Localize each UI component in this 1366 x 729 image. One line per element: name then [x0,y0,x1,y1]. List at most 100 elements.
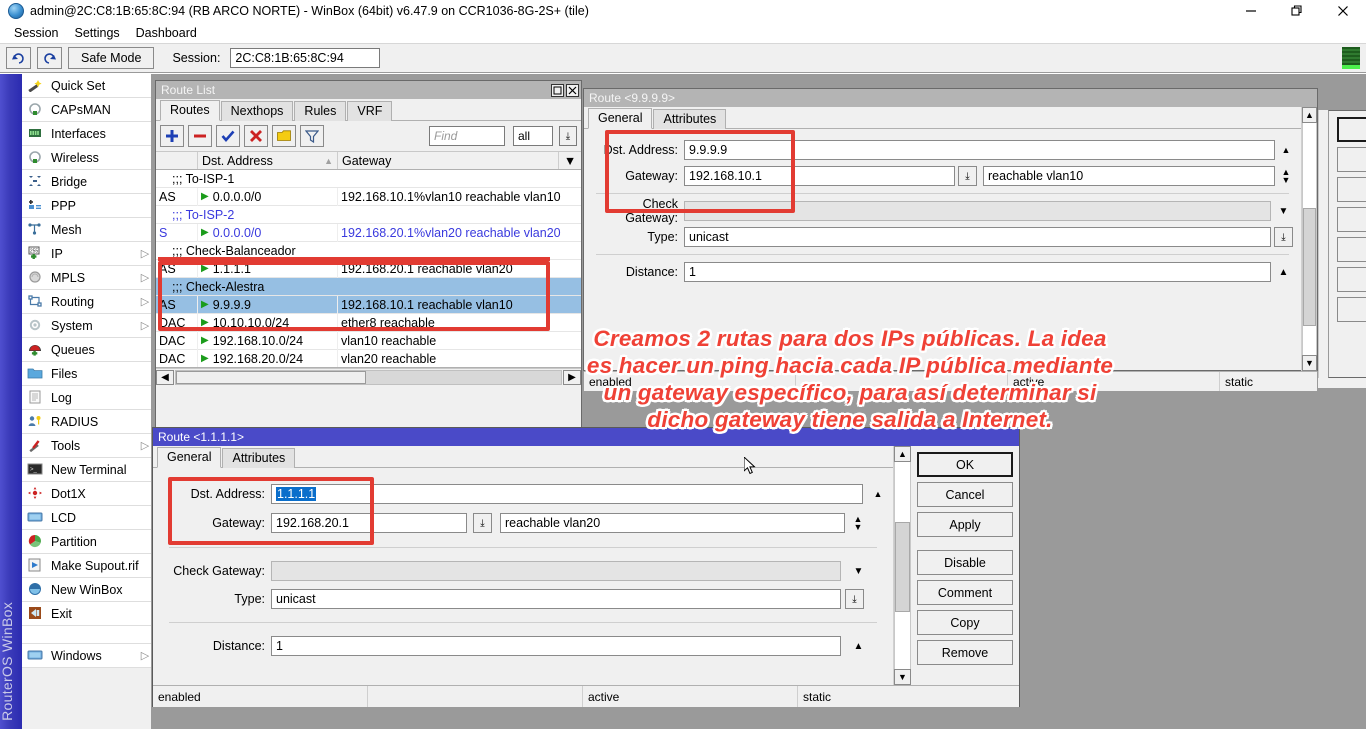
disable-icon[interactable] [244,125,268,147]
sidebar-item-partition[interactable]: Partition [22,530,151,554]
bg-cancel-button[interactable] [1337,147,1366,172]
sidebar-item-capsman[interactable]: CAPsMAN [22,98,151,122]
sidebar-item-log[interactable]: Log [22,386,151,410]
sidebar-item-windows[interactable]: Windows▷ [22,644,151,668]
hscroll-track[interactable] [175,370,562,385]
table-row[interactable]: DAC▶192.168.10.0/24vlan10 reachable [156,332,581,350]
distance-spinner-9999[interactable]: ▲ [1274,262,1293,282]
sidebar-item-bridge[interactable]: Bridge [22,170,151,194]
route-list-hscrollbar[interactable]: ◀ ▶ [156,368,581,385]
col-gateway[interactable]: Gateway [338,152,559,169]
minimize-icon[interactable] [1228,0,1274,22]
hscroll-thumb[interactable] [176,371,366,384]
sidebar-item-system[interactable]: System▷ [22,314,151,338]
gateway-spinner-1111[interactable]: ▲▼ [851,515,865,531]
scroll-up-icon-9999[interactable]: ▲ [1302,107,1317,123]
remove-button[interactable]: Remove [917,640,1013,665]
bg-disable-button[interactable] [1337,207,1366,232]
route-list-rows[interactable]: ;;; To-ISP-1AS▶0.0.0.0/0192.168.10.1%vla… [156,170,581,368]
sidebar-item-wireless[interactable]: Wireless [22,146,151,170]
type-dropdown-icon-9999[interactable]: ⤓ [1274,227,1293,247]
gateway-spinner-9999[interactable]: ▲▼ [1279,168,1293,184]
close-icon[interactable] [1320,0,1366,22]
bg-apply-button[interactable] [1337,177,1366,202]
dst-address-spinner-9999[interactable]: ▲ [1279,146,1293,154]
bg-comment-button[interactable] [1337,237,1366,262]
check-gateway-input-1111[interactable] [271,561,841,581]
sidebar-item-new-terminal[interactable]: >_New Terminal [22,458,151,482]
scroll-track-1111[interactable] [894,462,911,669]
filter-icon[interactable] [300,125,324,147]
tab-vrf[interactable]: VRF [347,101,392,121]
dst-address-input-9999[interactable]: 9.9.9.9 [684,140,1275,160]
sidebar-item-tools[interactable]: Tools▷ [22,434,151,458]
type-input-1111[interactable]: unicast [271,589,841,609]
ok-button[interactable]: OK [917,452,1013,477]
sidebar-item-quick-set[interactable]: Quick Set [22,74,151,98]
sidebar-item-mpls[interactable]: MPLS▷ [22,266,151,290]
session-value[interactable]: 2C:C8:1B:65:8C:94 [230,48,380,68]
sidebar-item-lcd[interactable]: LCD [22,506,151,530]
sidebar-item-radius[interactable]: RADIUS [22,410,151,434]
distance-input-1111[interactable]: 1 [271,636,841,656]
sidebar-item-queues[interactable]: Queues [22,338,151,362]
tab-routes[interactable]: Routes [160,100,220,121]
comment-button[interactable]: Comment [917,580,1013,605]
add-icon[interactable] [160,125,184,147]
bg-remove-button[interactable] [1337,297,1366,322]
check-gateway-chevron-down-icon-1111[interactable]: ▼ [849,561,868,581]
col-dst-address[interactable]: Dst. Address [202,154,273,168]
sidebar-item-interfaces[interactable]: Interfaces [22,122,151,146]
scroll-up-icon-1111[interactable]: ▲ [894,446,911,462]
distance-input-9999[interactable]: 1 [684,262,1271,282]
route-9999-vscrollbar[interactable]: ▲ ▼ [1301,107,1317,371]
tab-general-9999[interactable]: General [588,108,652,129]
redo-icon[interactable] [37,47,62,69]
scroll-track-9999[interactable] [1302,123,1317,355]
table-row[interactable]: DAC▶192.168.20.0/24vlan20 reachable [156,350,581,368]
dst-address-spinner-1111[interactable]: ▲ [871,490,885,498]
tab-nexthops[interactable]: Nexthops [221,101,294,121]
route-comment-row[interactable]: ;;; To-ISP-2 [156,206,581,224]
route-comment-row[interactable]: ;;; Check-Alestra [156,278,581,296]
route-1111-titlebar[interactable]: Route <1.1.1.1> [153,428,1019,446]
safe-mode-button[interactable]: Safe Mode [68,47,154,69]
table-row[interactable]: AS▶1.1.1.1192.168.20.1 reachable vlan20 [156,260,581,278]
sidebar-item-new-winbox[interactable]: New WinBox [22,578,151,602]
route-list-maximize-icon[interactable] [551,84,564,97]
comment-icon[interactable] [272,125,296,147]
filter-select[interactable]: all [513,126,553,146]
enable-icon[interactable] [216,125,240,147]
sidebar-item-ppp[interactable]: PPP [22,194,151,218]
sidebar-item-routing[interactable]: Routing▷ [22,290,151,314]
hscroll-left-icon[interactable]: ◀ [156,370,174,385]
table-row[interactable]: DAC▶10.10.10.0/24ether8 reachable [156,314,581,332]
scroll-down-icon-9999[interactable]: ▼ [1302,355,1317,371]
copy-button[interactable]: Copy [917,610,1013,635]
tab-attributes-1111[interactable]: Attributes [222,448,295,468]
gateway-input-9999[interactable]: 192.168.10.1 [684,166,955,186]
table-row[interactable]: AS▶0.0.0.0/0192.168.10.1%vlan10 reachabl… [156,188,581,206]
route-9999-titlebar[interactable]: Route <9.9.9.9> [584,89,1317,107]
scroll-thumb-9999[interactable] [1303,208,1316,326]
route-list-close-icon[interactable] [566,84,579,97]
remove-icon[interactable] [188,125,212,147]
tab-rules[interactable]: Rules [294,101,346,121]
route-1111-vscrollbar[interactable]: ▲ ▼ [893,446,911,685]
sidebar-item-ip[interactable]: 255IP▷ [22,242,151,266]
dst-address-input-1111[interactable]: 1.1.1.1 [271,484,863,504]
col-flags[interactable] [156,152,198,169]
gateway-dropdown-icon-9999[interactable]: ⤓ [958,166,977,186]
scroll-thumb-1111[interactable] [895,522,910,612]
disable-button[interactable]: Disable [917,550,1013,575]
type-input-9999[interactable]: unicast [684,227,1271,247]
sidebar-item-make-supout-rif[interactable]: Make Supout.rif [22,554,151,578]
filter-dropdown-icon[interactable]: ⤓ [559,126,577,146]
check-gateway-chevron-down-icon-9999[interactable]: ▼ [1274,201,1293,221]
bg-copy-button[interactable] [1337,267,1366,292]
tab-attributes-9999[interactable]: Attributes [653,109,726,129]
check-gateway-input-9999[interactable] [684,201,1271,221]
sidebar-item-dot1x[interactable]: Dot1X [22,482,151,506]
maximize-icon[interactable] [1274,0,1320,22]
search-input[interactable]: Find [429,126,505,146]
